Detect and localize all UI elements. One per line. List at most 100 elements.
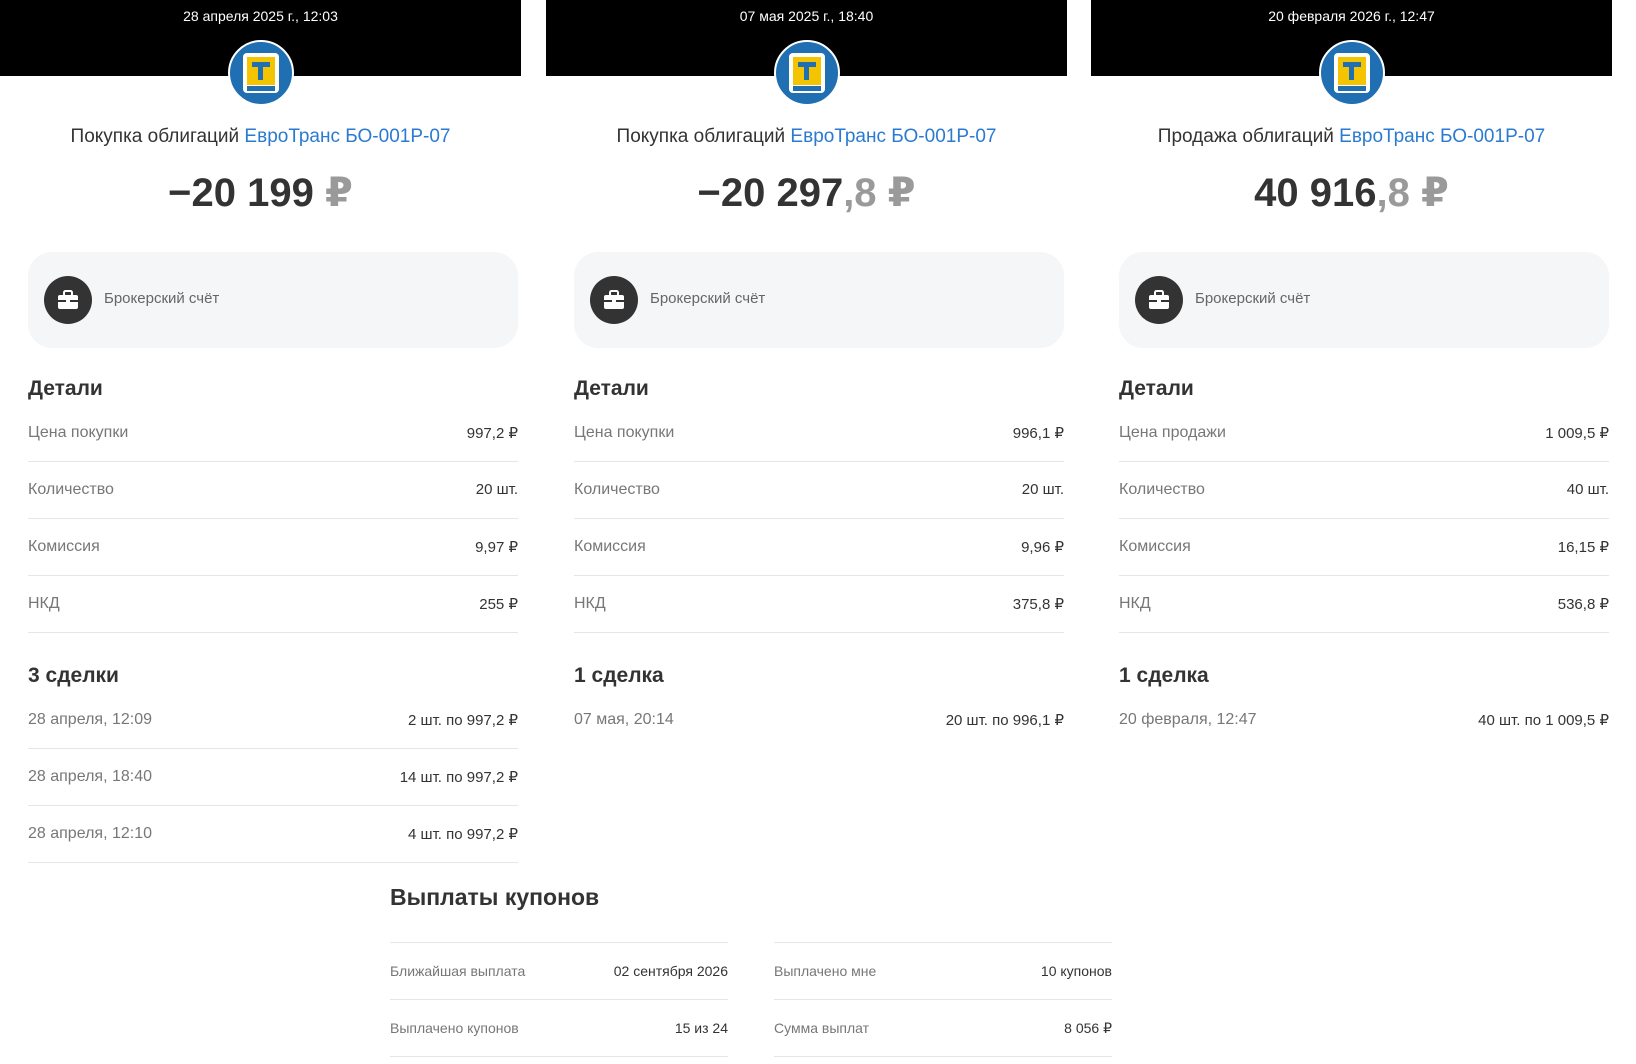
- trassa-logo-icon: [227, 40, 294, 106]
- coupon-row: Выплачено мне 10 купонов: [774, 942, 1112, 1000]
- detail-row: НКД 255 ₽: [28, 575, 518, 633]
- details-title: Детали: [574, 377, 649, 400]
- amount-fraction: ,8: [843, 171, 877, 215]
- detail-value: 20 шт.: [1021, 481, 1064, 498]
- operation-date: 28 апреля 2025 г., 12:03: [183, 8, 338, 24]
- detail-label: Цена продажи: [1119, 424, 1226, 441]
- deal-time: 28 апреля, 12:09: [28, 711, 152, 728]
- amount-integer: −20 297: [697, 171, 844, 215]
- amount-currency: ₽: [1420, 171, 1449, 215]
- coupon-row: Выплачено купонов 15 из 24: [390, 999, 728, 1057]
- coupon-value: 8 056 ₽: [1064, 1020, 1112, 1036]
- detail-row: Количество 20 шт.: [574, 461, 1064, 519]
- deal-row[interactable]: 28 апреля, 12:09 2 шт. по 997,2 ₽: [28, 691, 518, 749]
- detail-row: Цена покупки 996,1 ₽: [574, 404, 1064, 462]
- account-label: Брокерский счёт: [104, 290, 220, 307]
- detail-row: НКД 536,8 ₽: [1119, 575, 1609, 633]
- account-card[interactable]: Брокерский счёт: [28, 252, 518, 348]
- detail-row: Цена покупки 997,2 ₽: [28, 404, 518, 462]
- deal-time: 28 апреля, 12:10: [28, 825, 152, 842]
- bond-link[interactable]: ЕвроТранс БО-001Р-07: [244, 126, 450, 147]
- detail-label: Количество: [1119, 481, 1205, 498]
- deal-time: 28 апреля, 18:40: [28, 768, 152, 785]
- deal-value: 20 шт. по 996,1 ₽: [945, 712, 1064, 729]
- deal-value: 2 шт. по 997,2 ₽: [408, 712, 518, 729]
- deals-title: 1 сделка: [574, 664, 664, 687]
- operation-panel-1: 28 апреля 2025 г., 12:03 Покупка облигац…: [0, 0, 521, 863]
- detail-row: Количество 20 шт.: [28, 461, 518, 519]
- account-card[interactable]: Брокерский счёт: [574, 252, 1064, 348]
- operation-type: Покупка облигаций: [616, 126, 786, 147]
- detail-label: НКД: [574, 595, 606, 612]
- coupon-row: Ближайшая выплата 02 сентября 2026: [390, 942, 728, 1000]
- deals-title: 3 сделки: [28, 664, 119, 687]
- trassa-logo-icon: [1318, 40, 1385, 106]
- coupon-value: 02 сентября 2026: [613, 963, 728, 979]
- detail-value: 996,1 ₽: [1012, 425, 1064, 442]
- deal-time: 20 февраля, 12:47: [1119, 711, 1257, 728]
- briefcase-icon: [1135, 276, 1183, 324]
- detail-value: 9,97 ₽: [475, 539, 518, 556]
- coupon-label: Сумма выплат: [774, 1020, 870, 1036]
- account-label: Брокерский счёт: [1195, 290, 1311, 307]
- detail-row: Цена продажи 1 009,5 ₽: [1119, 404, 1609, 462]
- operation-title: Покупка облигаций ЕвроТранс БО-001Р-07: [546, 126, 1067, 148]
- amount-integer: 40 916: [1254, 171, 1377, 215]
- detail-value: 997,2 ₽: [466, 425, 518, 442]
- detail-value: 20 шт.: [475, 481, 518, 498]
- briefcase-icon: [590, 276, 638, 324]
- detail-value: 536,8 ₽: [1557, 596, 1609, 613]
- operation-type: Покупка облигаций: [70, 126, 240, 147]
- divider: [390, 1056, 728, 1057]
- operation-amount: 40 916,8 ₽: [1091, 170, 1612, 216]
- detail-row: Комиссия 9,97 ₽: [28, 518, 518, 576]
- detail-label: Цена покупки: [574, 424, 675, 441]
- detail-value: 9,96 ₽: [1021, 539, 1064, 556]
- detail-row: НКД 375,8 ₽: [574, 575, 1064, 633]
- operation-panel-2: 07 мая 2025 г., 18:40 Покупка облигаций …: [546, 0, 1067, 840]
- coupons-title: Выплаты купонов: [390, 884, 600, 910]
- detail-label: Количество: [28, 481, 114, 498]
- deals-title: 1 сделка: [1119, 664, 1209, 687]
- deal-row[interactable]: 28 апреля, 12:10 4 шт. по 997,2 ₽: [28, 805, 518, 863]
- briefcase-icon: [44, 276, 92, 324]
- deal-value: 40 шт. по 1 009,5 ₽: [1478, 712, 1609, 729]
- operation-title: Покупка облигаций ЕвроТранс БО-001Р-07: [0, 126, 521, 148]
- trassa-logo-icon: [773, 40, 840, 106]
- bond-link[interactable]: ЕвроТранс БО-001Р-07: [1339, 126, 1545, 147]
- detail-row: Комиссия 9,96 ₽: [574, 518, 1064, 576]
- details-title: Детали: [1119, 377, 1194, 400]
- detail-label: Комиссия: [28, 538, 100, 555]
- operation-amount: −20 199 ₽: [0, 170, 521, 216]
- detail-value: 375,8 ₽: [1012, 596, 1064, 613]
- deal-value: 14 шт. по 997,2 ₽: [399, 769, 518, 786]
- amount-integer: −20 199: [168, 171, 314, 215]
- operation-amount: −20 297,8 ₽: [546, 170, 1067, 216]
- divider: [774, 1056, 1112, 1057]
- deal-value: 4 шт. по 997,2 ₽: [408, 826, 518, 843]
- coupon-label: Выплачено мне: [774, 963, 877, 979]
- details-title: Детали: [28, 377, 103, 400]
- deal-row[interactable]: 20 февраля, 12:47 40 шт. по 1 009,5 ₽: [1119, 691, 1609, 748]
- bond-link[interactable]: ЕвроТранс БО-001Р-07: [790, 126, 996, 147]
- coupon-value: 10 купонов: [1040, 963, 1112, 979]
- detail-value: 255 ₽: [479, 596, 518, 613]
- detail-label: Количество: [574, 481, 660, 498]
- detail-row: Комиссия 16,15 ₽: [1119, 518, 1609, 576]
- operation-date: 20 февраля 2026 г., 12:47: [1268, 8, 1435, 24]
- operation-date: 07 мая 2025 г., 18:40: [739, 8, 874, 24]
- account-card[interactable]: Брокерский счёт: [1119, 252, 1609, 348]
- deal-row[interactable]: 07 мая, 20:14 20 шт. по 996,1 ₽: [574, 691, 1064, 748]
- amount-fraction: ,8: [1376, 171, 1410, 215]
- amount-currency: ₽: [887, 171, 916, 215]
- coupon-value: 15 из 24: [674, 1020, 728, 1036]
- deal-time: 07 мая, 20:14: [574, 711, 674, 728]
- deal-row[interactable]: 28 апреля, 18:40 14 шт. по 997,2 ₽: [28, 748, 518, 806]
- detail-label: НКД: [28, 595, 60, 612]
- detail-value: 16,15 ₽: [1557, 539, 1609, 556]
- detail-value: 40 шт.: [1566, 481, 1609, 498]
- detail-row: Количество 40 шт.: [1119, 461, 1609, 519]
- detail-label: Комиссия: [1119, 538, 1191, 555]
- detail-label: НКД: [1119, 595, 1151, 612]
- coupon-label: Ближайшая выплата: [390, 963, 526, 979]
